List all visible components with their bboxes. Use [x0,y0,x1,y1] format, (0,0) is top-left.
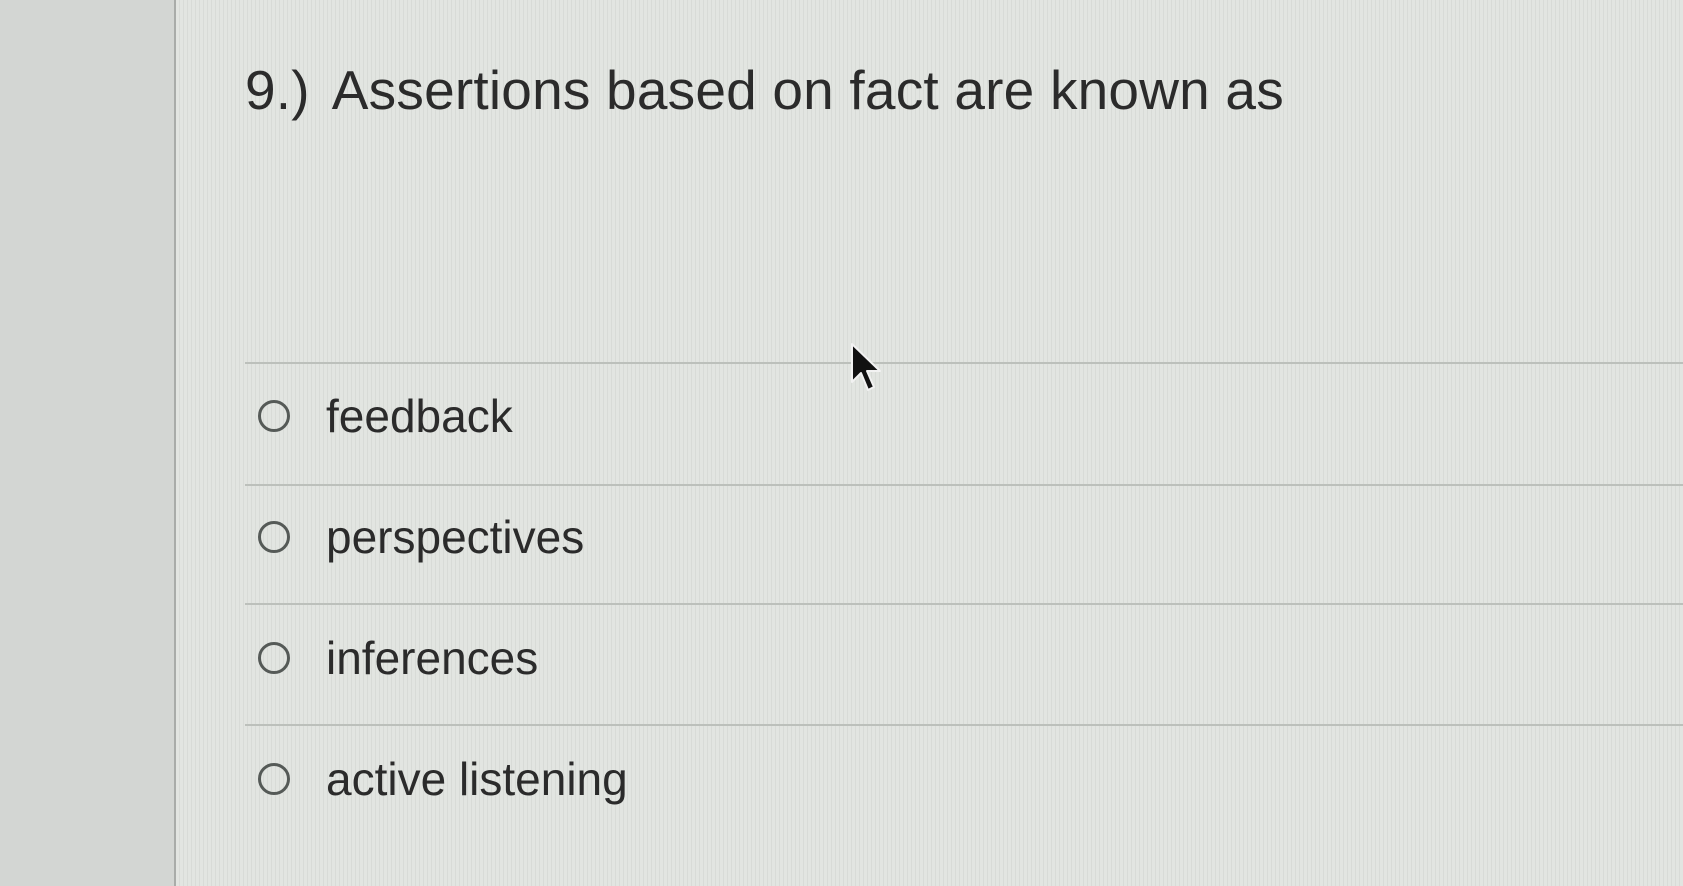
radio-button[interactable] [258,521,290,553]
divider [245,484,1683,486]
answer-option-label: perspectives [326,511,585,563]
radio-button[interactable] [258,763,290,795]
answer-option-perspectives[interactable]: perspectives [258,507,584,567]
divider [245,724,1683,726]
question-heading: 9.) Assertions based on fact are known as [245,58,1284,122]
divider [245,362,1683,364]
answer-option-inferences[interactable]: inferences [258,628,538,688]
mouse-pointer-icon [851,343,881,391]
radio-button[interactable] [258,642,290,674]
answer-option-label: active listening [326,753,628,805]
answer-option-label: inferences [326,632,539,684]
answer-option-active-listening[interactable]: active listening [258,749,628,809]
question-number: 9.) [245,59,310,121]
answer-option-label: feedback [326,390,513,442]
left-margin-panel [0,0,176,886]
answer-option-feedback[interactable]: feedback [258,386,513,446]
question-text: Assertions based on fact are known as [331,59,1284,121]
divider [245,603,1683,605]
radio-button[interactable] [258,400,290,432]
